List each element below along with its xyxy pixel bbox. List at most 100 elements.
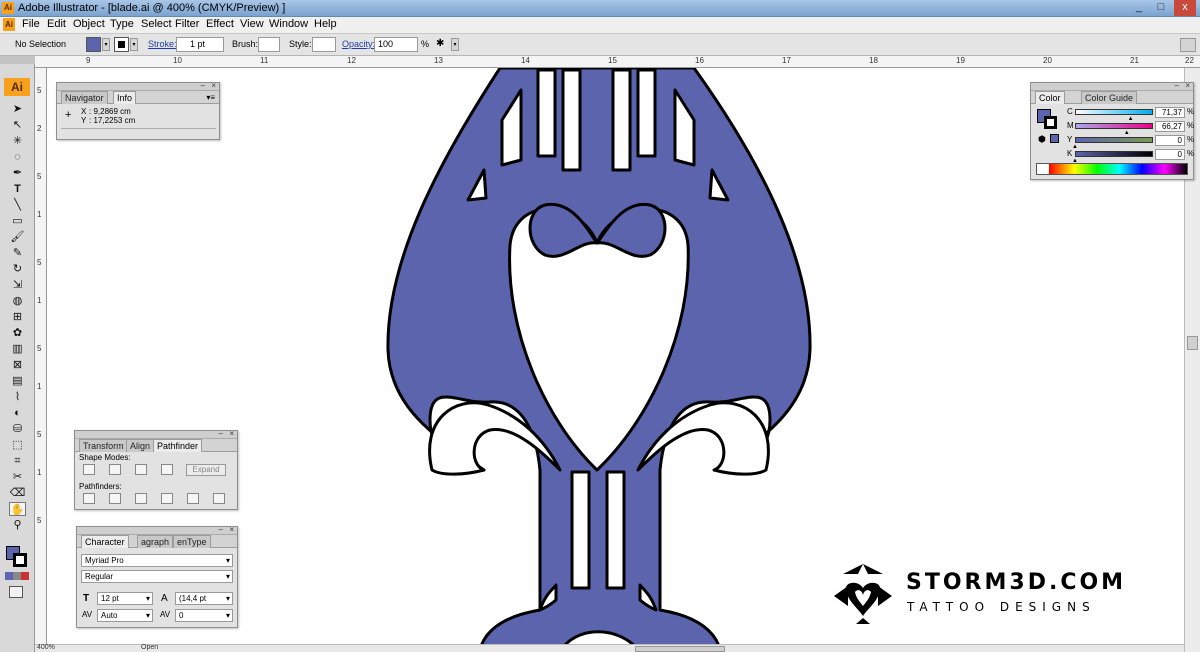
color-mode-buttons[interactable] <box>5 572 29 580</box>
collapse-icon[interactable]: – <box>219 525 223 534</box>
magenta-slider-thumb[interactable]: ▲ <box>1124 130 1130 136</box>
paintbrush-tool-icon[interactable]: 🖌 <box>9 230 26 244</box>
panel-grip[interactable]: – × <box>57 81 219 91</box>
stroke-swatch[interactable] <box>114 37 129 52</box>
close-panel-icon[interactable]: × <box>229 525 234 534</box>
menu-object[interactable]: Object <box>73 18 105 30</box>
horizontal-scrollbar[interactable]: 400% Open <box>35 644 1184 652</box>
eraser-tool-icon[interactable]: ⌫ <box>9 486 26 500</box>
tab-pathfinder[interactable]: Pathfinder <box>153 439 203 452</box>
zoom-level[interactable]: 400% <box>37 644 55 651</box>
menu-effect[interactable]: Effect <box>206 18 234 30</box>
brush-dropdown[interactable] <box>258 37 280 52</box>
recolor-icon[interactable]: ✱ <box>436 38 448 51</box>
close-panel-icon[interactable]: × <box>211 81 216 90</box>
tab-opentype[interactable]: enType <box>173 535 211 548</box>
maximize-button[interactable]: □ <box>1150 0 1172 16</box>
font-style-select[interactable]: Regular <box>81 570 233 583</box>
font-family-select[interactable]: Myriad Pro <box>81 554 233 567</box>
stroke-color-swatch[interactable] <box>1044 116 1057 129</box>
minus-front-button[interactable] <box>109 464 121 475</box>
app-menu-icon[interactable]: Ai <box>3 18 15 31</box>
collapse-icon[interactable]: – <box>1175 81 1179 90</box>
tracking-select[interactable]: 0 <box>175 609 233 622</box>
leading-select[interactable]: (14,4 pt <box>175 592 233 605</box>
mesh-tool-icon[interactable]: ⊠ <box>9 358 26 372</box>
pencil-tool-icon[interactable]: ✎ <box>9 246 26 260</box>
type-tool-icon[interactable]: T <box>9 182 26 196</box>
rectangle-tool-icon[interactable]: ▭ <box>9 214 26 228</box>
column-graph-tool-icon[interactable]: ▥ <box>9 342 26 356</box>
warp-tool-icon[interactable]: ◍ <box>9 294 26 308</box>
opacity-field[interactable]: 100 <box>374 37 418 52</box>
cyan-slider[interactable] <box>1075 109 1153 115</box>
selection-tool-icon[interactable]: ➤ <box>9 102 26 116</box>
direct-selection-tool-icon[interactable]: ↖ <box>9 118 26 132</box>
outline-button[interactable] <box>187 493 199 504</box>
panel-grip[interactable]: – × <box>77 525 237 535</box>
panel-grip[interactable]: – × <box>75 429 237 439</box>
live-paint-selection-tool-icon[interactable]: ⬚ <box>9 438 26 452</box>
menu-window[interactable]: Window <box>269 18 308 30</box>
zoom-tool-icon[interactable]: ⚲ <box>9 518 26 532</box>
yellow-slider-thumb[interactable]: ▲ <box>1072 144 1078 150</box>
tab-color-guide[interactable]: Color Guide <box>1081 91 1138 104</box>
tab-navigator[interactable]: Navigator <box>61 91 108 104</box>
tab-color[interactable]: Color <box>1035 91 1065 104</box>
horizontal-scroll-thumb[interactable] <box>635 646 725 652</box>
menu-help[interactable]: Help <box>314 18 337 30</box>
color-spectrum-bar[interactable] <box>1036 163 1188 175</box>
eyedropper-tool-icon[interactable]: ⌇ <box>9 390 26 404</box>
stroke-color-swatch[interactable] <box>13 553 27 567</box>
free-transform-tool-icon[interactable]: ⊞ <box>9 310 26 324</box>
web-color-swatch[interactable] <box>1050 134 1059 143</box>
tab-character[interactable]: Character <box>81 535 129 548</box>
merge-button[interactable] <box>135 493 147 504</box>
tab-transform[interactable]: Transform <box>79 439 128 452</box>
control-options-dropdown[interactable]: ▾ <box>451 38 459 51</box>
live-paint-bucket-tool-icon[interactable]: ⛁ <box>9 422 26 436</box>
menu-filter[interactable]: Filter <box>175 18 199 30</box>
menu-view[interactable]: View <box>240 18 264 30</box>
stroke-label[interactable]: Stroke: <box>148 39 177 49</box>
black-value[interactable]: 0 <box>1155 149 1185 160</box>
menu-file[interactable]: File <box>22 18 40 30</box>
close-panel-icon[interactable]: × <box>229 429 234 438</box>
stroke-dropdown[interactable]: ▾ <box>130 38 138 51</box>
font-size-select[interactable]: 12 pt <box>97 592 153 605</box>
divide-button[interactable] <box>83 493 95 504</box>
rotate-tool-icon[interactable]: ↻ <box>9 262 26 276</box>
yellow-slider[interactable] <box>1075 137 1153 143</box>
tab-align[interactable]: Align <box>126 439 155 452</box>
stroke-weight-field[interactable]: 1 pt <box>176 37 224 52</box>
trim-button[interactable] <box>109 493 121 504</box>
vertical-scroll-thumb[interactable] <box>1187 336 1198 350</box>
minus-back-button[interactable] <box>213 493 225 504</box>
close-panel-icon[interactable]: × <box>1185 81 1190 90</box>
fill-swatch[interactable] <box>86 37 101 52</box>
screen-mode-icon[interactable] <box>9 586 23 598</box>
fill-dropdown[interactable]: ▾ <box>102 38 110 51</box>
style-dropdown[interactable] <box>312 37 336 52</box>
panel-grip[interactable]: – × <box>1031 81 1193 91</box>
intersect-button[interactable] <box>135 464 147 475</box>
unite-button[interactable] <box>83 464 95 475</box>
yellow-value[interactable]: 0 <box>1155 135 1185 146</box>
expand-button[interactable]: Expand <box>186 464 226 476</box>
close-button[interactable]: x <box>1174 0 1196 16</box>
exclude-button[interactable] <box>161 464 173 475</box>
tab-paragraph[interactable]: agraph <box>137 535 174 548</box>
status-mode[interactable]: Open <box>141 644 158 651</box>
tab-info[interactable]: Info <box>113 91 137 104</box>
panel-menu-icon[interactable]: ▾≡ <box>206 93 215 102</box>
menu-edit[interactable]: Edit <box>47 18 66 30</box>
minimize-button[interactable]: _ <box>1128 0 1150 16</box>
slice-tool-icon[interactable]: ⌗ <box>9 454 26 468</box>
blend-tool-icon[interactable]: ◐ <box>9 406 26 420</box>
magenta-slider[interactable] <box>1075 123 1153 129</box>
crop-button[interactable] <box>161 493 173 504</box>
panel-menu-icon[interactable] <box>1180 38 1196 52</box>
hand-tool-icon[interactable]: ✋ <box>9 502 26 516</box>
symbol-sprayer-tool-icon[interactable]: ✿ <box>9 326 26 340</box>
cyan-slider-thumb[interactable]: ▲ <box>1128 116 1134 122</box>
